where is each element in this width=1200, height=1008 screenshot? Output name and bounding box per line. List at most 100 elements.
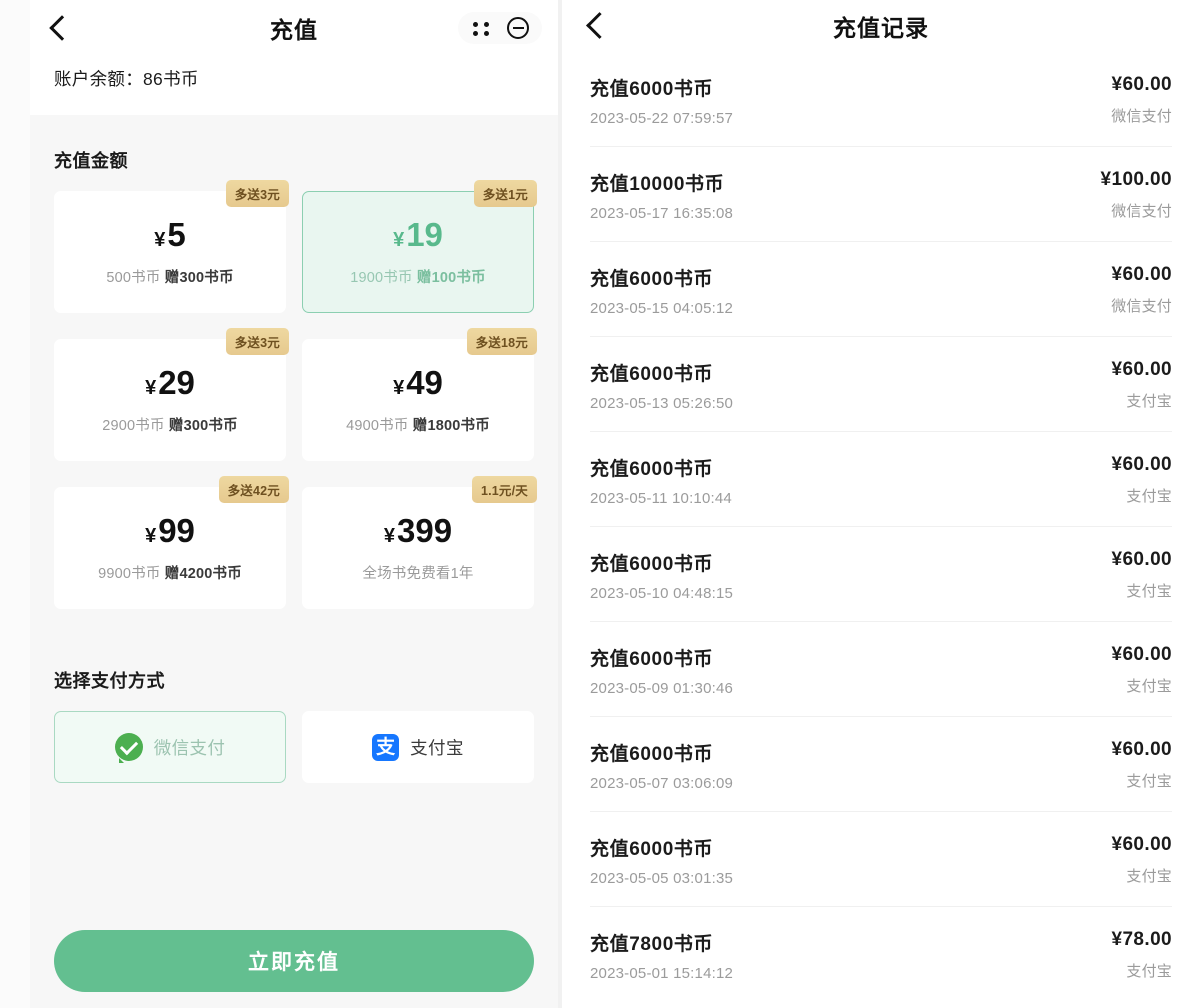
recharge-now-button[interactable]: 立即充值	[54, 930, 534, 992]
grid-dots-icon[interactable]	[471, 18, 491, 38]
amount-option-card[interactable]: 多送18元¥494900书币 赠1800书币	[302, 339, 534, 461]
record-amount: ¥60.00	[1111, 264, 1172, 286]
yuan-symbol: ¥	[393, 378, 404, 398]
amount-option-description: 全场书免费看1年	[362, 562, 473, 583]
record-payment-method: 微信支付	[1111, 105, 1172, 126]
amount-option-coins: 4900书币	[346, 418, 408, 434]
record-payment-method: 支付宝	[1111, 390, 1172, 411]
record-right: ¥100.00 微信支付	[1101, 169, 1172, 221]
payment-method-label: 微信支付	[154, 735, 226, 760]
record-left: 充值6000书币2023-05-10 04:48:15	[590, 549, 733, 602]
record-timestamp: 2023-05-11 10:10:44	[590, 490, 732, 507]
record-payment-method: 支付宝	[1111, 485, 1172, 506]
record-title: 充值6000书币	[590, 74, 733, 101]
amount-section: 充值金额 多送3元 ¥5 500书币 赠300书币 多送1元¥191900书币 赠10…	[30, 133, 558, 609]
record-row[interactable]: 充值6000书币2023-05-10 04:48:15 ¥60.00支付宝	[590, 527, 1172, 622]
record-left: 充值6000书币2023-05-09 01:30:46	[590, 644, 733, 697]
records-list: 充值6000书币2023-05-22 07:59:57¥60.00微信支付充值1…	[562, 52, 1200, 1001]
amount-option-badge: 1.1元/天	[472, 476, 537, 503]
amount-option-bonus: 赠4200书币	[165, 566, 242, 582]
record-left: 充值7800书币 2023-05-01 15:14:12	[590, 929, 733, 982]
section-divider	[30, 609, 558, 653]
recharge-records-screen: 充值记录 充值6000书币2023-05-22 07:59:57¥60.00微信…	[558, 0, 1200, 1008]
record-left: 充值6000书币 2023-05-22 07:59:57	[590, 74, 733, 127]
record-amount: ¥78.00	[1111, 929, 1172, 951]
record-row[interactable]: 充值6000书币2023-05-15 04:05:12 ¥60.00 微信支付	[590, 242, 1172, 337]
record-amount: ¥60.00	[1111, 834, 1172, 856]
dual-screenshot-container: 充值 账户余额：86书币 充值金额 多送3元 ¥5 500书币 赠300书币 多送1元…	[0, 0, 1200, 1008]
payment-method-option[interactable]: 微信支付	[54, 711, 286, 783]
amount-option-value: 19	[406, 218, 443, 251]
record-amount: ¥60.00	[1111, 359, 1172, 381]
recharge-screen: 充值 账户余额：86书币 充值金额 多送3元 ¥5 500书币 赠300书币 多送1元…	[0, 0, 558, 1008]
amount-section-title: 充值金额	[54, 133, 534, 191]
record-amount: ¥100.00	[1101, 169, 1172, 191]
amount-option-card[interactable]: 多送3元¥5500书币 赠300书币	[54, 191, 286, 313]
record-payment-method: 微信支付	[1111, 295, 1172, 316]
records-navbar: 充值记录	[562, 0, 1200, 52]
record-timestamp: 2023-05-05 03:01:35	[590, 870, 733, 887]
record-row[interactable]: 充值6000书币2023-05-13 05:26:50 ¥60.00 支付宝	[590, 337, 1172, 432]
back-chevron-icon[interactable]	[580, 9, 614, 43]
record-title: 充值6000书币	[590, 454, 732, 481]
record-payment-method: 支付宝	[1111, 770, 1172, 791]
yuan-symbol: ¥	[393, 230, 404, 250]
record-timestamp: 2023-05-07 03:06:09	[590, 775, 733, 792]
record-left: 充值6000书币2023-05-13 05:26:50	[590, 359, 733, 412]
record-title: 充值7800书币	[590, 929, 733, 956]
record-timestamp: 2023-05-22 07:59:57	[590, 110, 733, 127]
wechat-pay-icon	[115, 733, 143, 761]
recharge-navbar: 充值	[30, 0, 558, 56]
record-payment-method: 支付宝	[1111, 675, 1172, 696]
amount-option-description: 500书币 赠300书币	[106, 266, 233, 287]
record-row[interactable]: 充值7800书币 2023-05-01 15:14:12 ¥78.00支付宝	[590, 907, 1172, 1001]
amount-option-value: 99	[158, 514, 195, 547]
amount-option-card[interactable]: 1.1元/天¥399全场书免费看1年	[302, 487, 534, 609]
record-row[interactable]: 充值6000书币2023-05-07 03:06:09¥60.00支付宝	[590, 717, 1172, 812]
amount-option-price: ¥49	[393, 366, 443, 399]
record-timestamp: 2023-05-15 04:05:12	[590, 300, 733, 317]
amount-option-badge: 多送42元	[219, 476, 289, 503]
record-row[interactable]: 充值6000书币2023-05-09 01:30:46¥60.00支付宝	[590, 622, 1172, 717]
record-left: 充值6000书币 2023-05-11 10:10:44	[590, 454, 732, 507]
record-row[interactable]: 充值6000书币 2023-05-22 07:59:57 ¥60.00微信支付	[590, 52, 1172, 147]
record-left: 充值6000书币2023-05-15 04:05:12	[590, 264, 733, 317]
record-title: 充值6000书币	[590, 549, 733, 576]
record-row[interactable]: 充值6000书币2023-05-05 03:01:35¥60.00支付宝	[590, 812, 1172, 907]
amount-option-card[interactable]: 多送42元¥999900书币 赠4200书币	[54, 487, 286, 609]
account-balance: 账户余额：86书币	[30, 56, 558, 115]
amount-option-price: ¥29	[145, 366, 195, 399]
circle-minus-icon[interactable]	[507, 17, 529, 39]
amount-option-badge: 多送3元	[226, 328, 289, 355]
amount-option-value: 49	[406, 366, 443, 399]
amount-option-card[interactable]: 多送1元¥191900书币 赠100书币	[302, 191, 534, 313]
record-payment-method: 微信支付	[1101, 200, 1172, 221]
alipay-icon: 支	[372, 734, 399, 761]
record-amount: ¥60.00	[1111, 549, 1172, 571]
payment-section-title: 选择支付方式	[54, 653, 534, 711]
amount-option-value: 29	[158, 366, 195, 399]
record-row[interactable]: 充值10000书币 2023-05-17 16:35:08 ¥100.00 微信支付	[590, 147, 1172, 242]
amount-option-description: 2900书币 赠300书币	[102, 414, 238, 435]
amount-option-card[interactable]: 多送3元¥292900书币 赠300书币	[54, 339, 286, 461]
amount-option-value: 5	[167, 218, 185, 251]
record-right: ¥60.00 支付宝	[1111, 359, 1172, 411]
mini-program-capsule	[458, 12, 542, 44]
record-timestamp: 2023-05-17 16:35:08	[590, 205, 733, 222]
section-divider	[30, 115, 558, 133]
record-right: ¥60.00支付宝	[1111, 834, 1172, 886]
record-timestamp: 2023-05-01 15:14:12	[590, 965, 733, 982]
record-title: 充值6000书币	[590, 739, 733, 766]
record-right: ¥60.00支付宝	[1111, 549, 1172, 601]
record-right: ¥78.00支付宝	[1111, 929, 1172, 981]
back-chevron-icon[interactable]	[42, 11, 76, 45]
payment-methods-grid: 微信支付 支支付宝	[54, 711, 534, 783]
amount-option-value: 399	[397, 514, 452, 547]
amount-option-badge: 多送3元	[226, 180, 289, 207]
record-row[interactable]: 充值6000书币2023-05-11 10:10:44¥60.00支付宝	[590, 432, 1172, 527]
yuan-symbol: ¥	[145, 378, 156, 398]
payment-method-option[interactable]: 支支付宝	[302, 711, 534, 783]
record-left: 充值10000书币 2023-05-17 16:35:08	[590, 169, 733, 222]
record-right: ¥60.00微信支付	[1111, 74, 1172, 126]
record-title: 充值10000书币	[590, 169, 733, 196]
